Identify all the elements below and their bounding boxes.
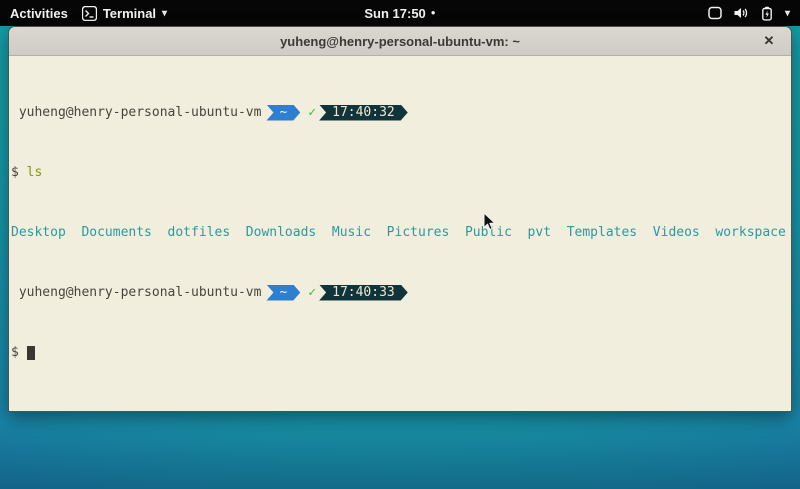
- app-menu-label: Terminal: [103, 6, 156, 21]
- terminal-app-icon: [82, 6, 97, 21]
- text-cursor: [27, 346, 35, 360]
- activities-button[interactable]: Activities: [10, 6, 68, 21]
- chevron-down-icon: ▾: [785, 8, 790, 19]
- top-bar: Activities Terminal ▾ Sun 17:50 ●: [0, 0, 800, 26]
- ls-output: Desktop Documents dotfiles Downloads Mus…: [11, 225, 789, 240]
- volume-icon: [733, 6, 749, 20]
- prompt-cwd-segment: ~: [266, 105, 300, 121]
- app-menu-terminal[interactable]: Terminal ▾: [82, 6, 167, 21]
- screen-icon: [708, 6, 722, 20]
- battery-charging-icon: [760, 6, 774, 21]
- chevron-down-icon: ▾: [162, 8, 167, 19]
- notification-dot-icon: ●: [431, 9, 436, 17]
- prompt-line: yuheng@henry-personal-ubuntu-vm ~ ✓ 17:4…: [11, 105, 789, 120]
- command-text: ls: [27, 165, 43, 180]
- prompt-time-segment: 17:40:33: [319, 285, 408, 301]
- prompt-time-segment: 17:40:32: [319, 105, 408, 121]
- window-titlebar[interactable]: yuheng@henry-personal-ubuntu-vm: ~ ✕: [9, 27, 791, 56]
- prompt-user: yuheng@henry-personal-ubuntu-vm: [11, 105, 261, 120]
- shell-prompt-symbol: $: [11, 345, 19, 360]
- clock[interactable]: Sun 17:50: [364, 6, 425, 21]
- checkmark-icon: ✓: [308, 105, 316, 120]
- prompt-line: yuheng@henry-personal-ubuntu-vm ~ ✓ 17:4…: [11, 285, 789, 300]
- terminal-window: yuheng@henry-personal-ubuntu-vm: ~ ✕ yuh…: [8, 26, 792, 412]
- checkmark-icon: ✓: [308, 285, 316, 300]
- system-status-area[interactable]: ▾: [708, 0, 800, 26]
- terminal-content[interactable]: yuheng@henry-personal-ubuntu-vm ~ ✓ 17:4…: [9, 56, 791, 411]
- prompt-user: yuheng@henry-personal-ubuntu-vm: [11, 285, 261, 300]
- prompt-cwd-segment: ~: [266, 285, 300, 301]
- close-icon[interactable]: ✕: [757, 27, 781, 55]
- shell-prompt-symbol: $: [11, 165, 19, 180]
- window-title: yuheng@henry-personal-ubuntu-vm: ~: [280, 34, 520, 49]
- input-line: $: [11, 345, 789, 360]
- command-line: $ ls: [11, 165, 789, 180]
